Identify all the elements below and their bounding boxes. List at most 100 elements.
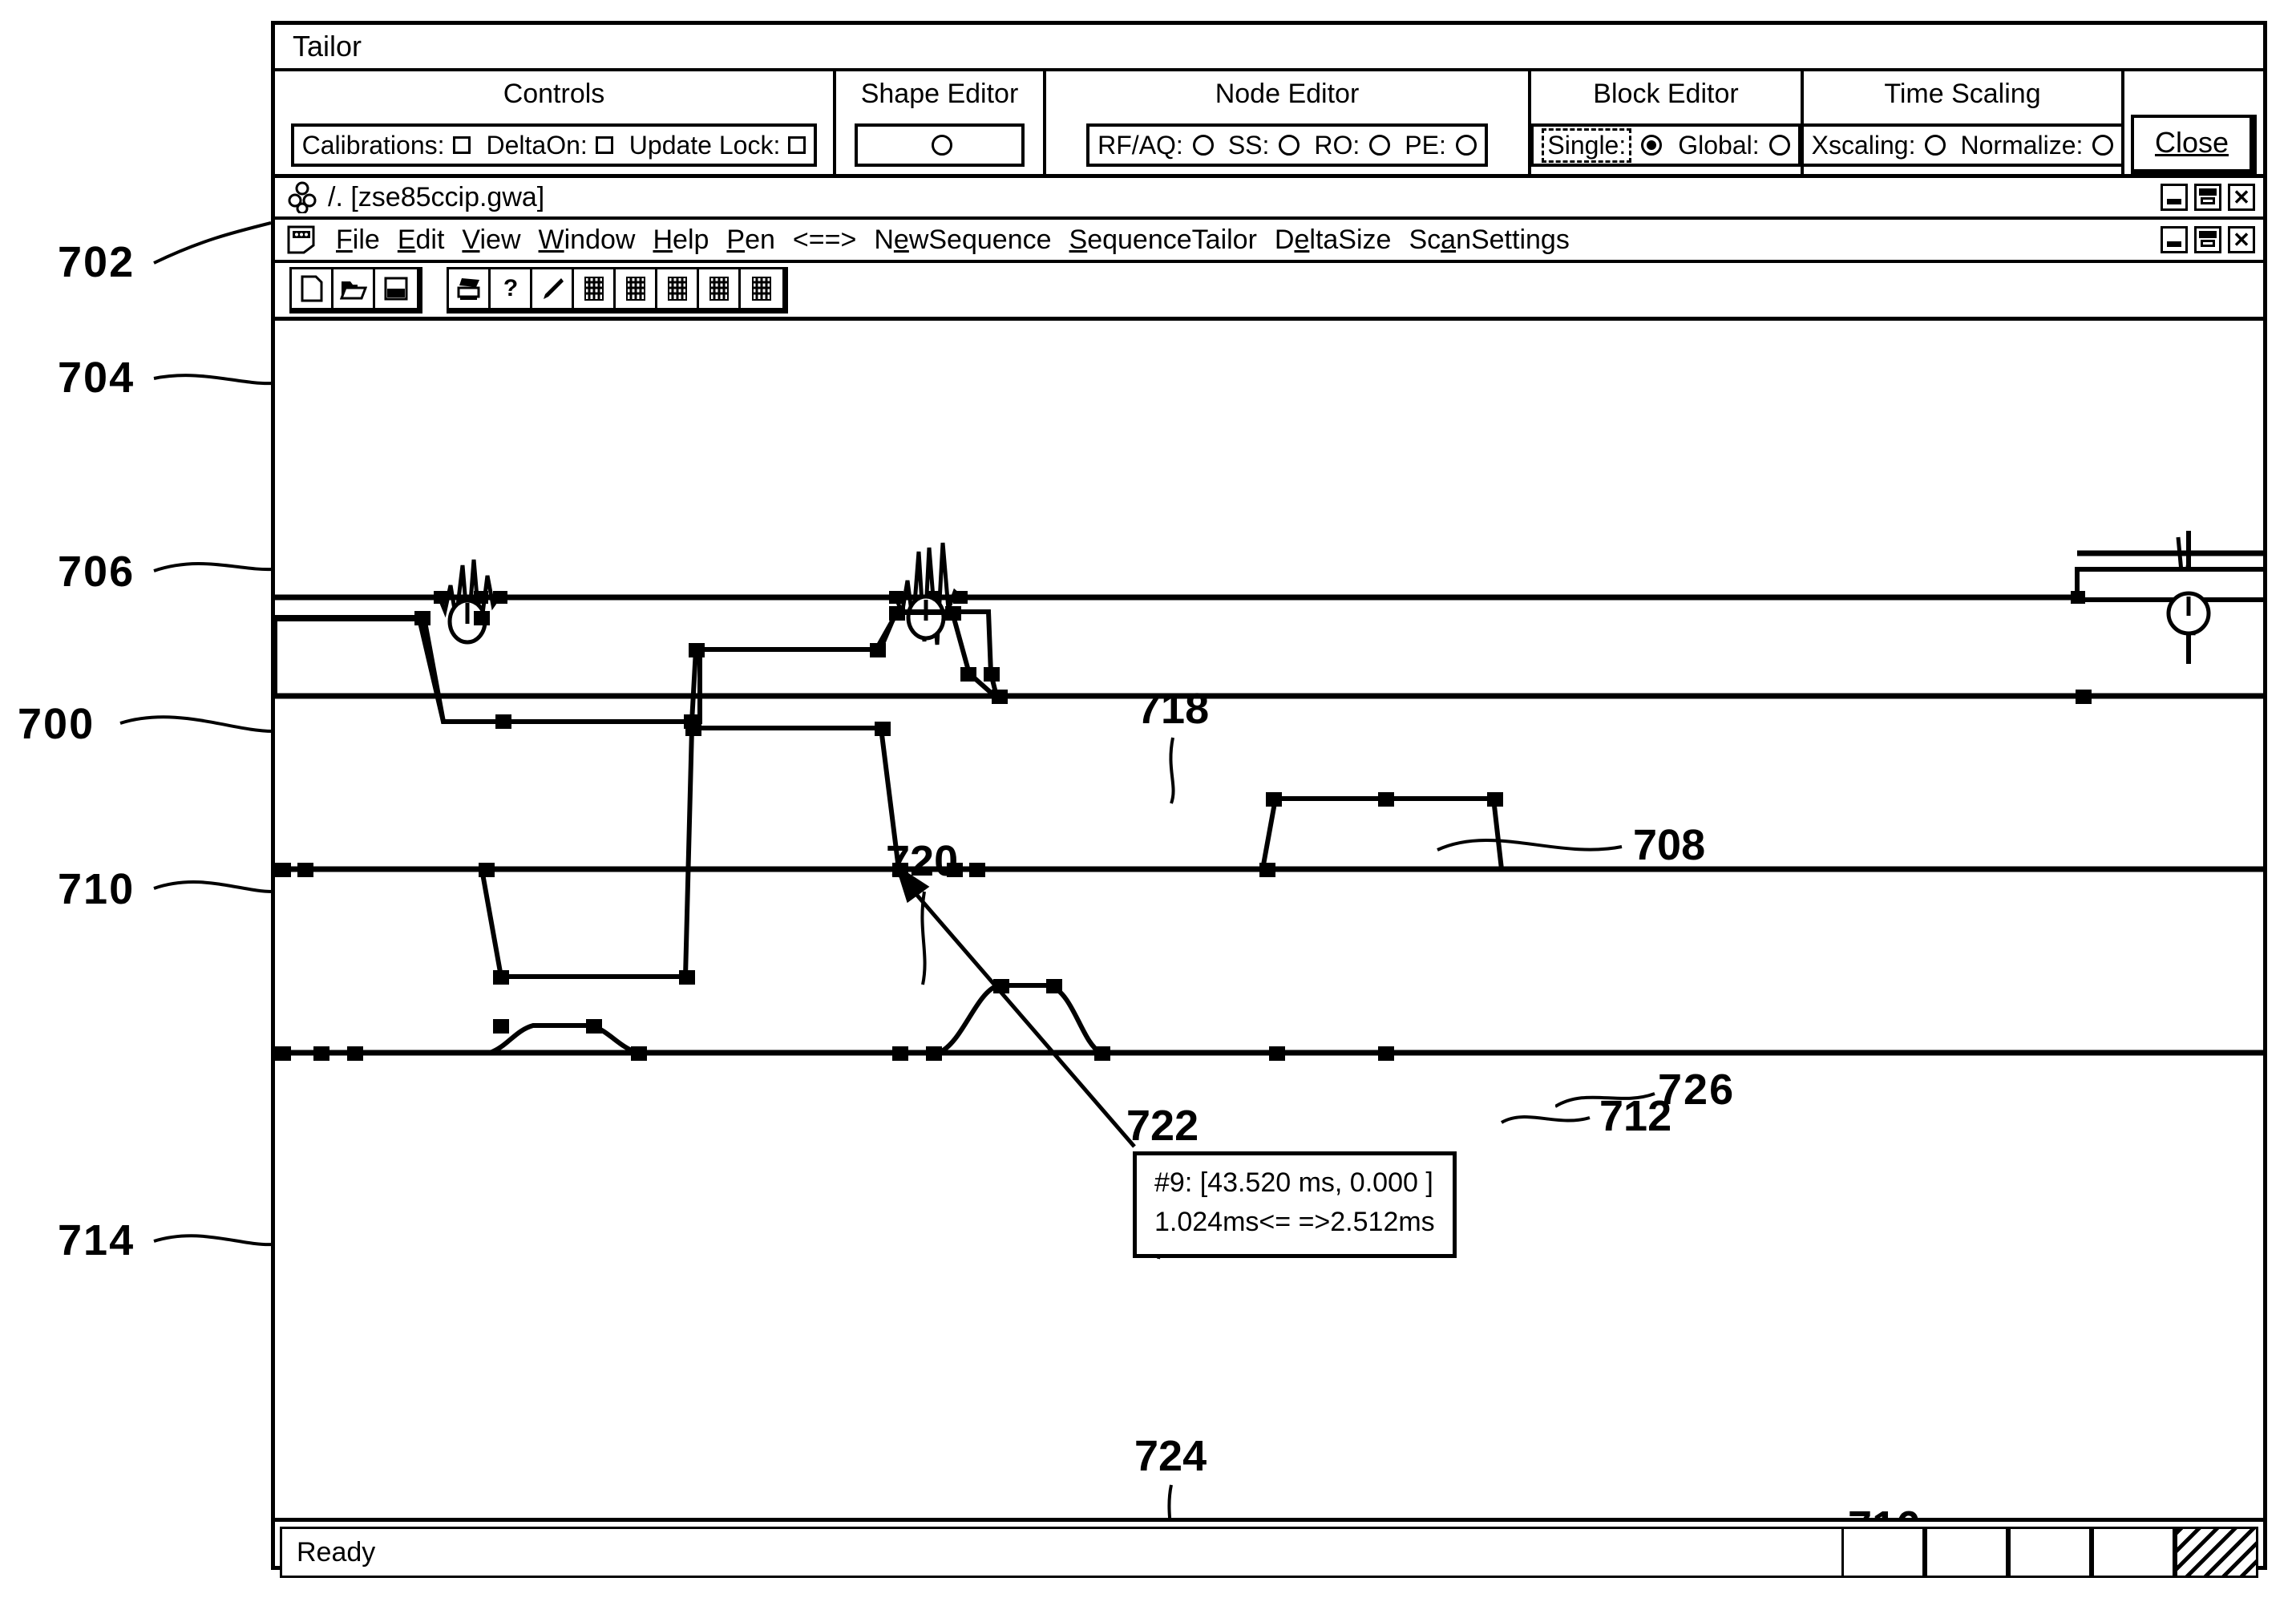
shape-editor-group [836, 116, 1046, 174]
document-title-bar: /. [zse85ccip.gwa] ✕ [275, 178, 2263, 220]
normalize-label: Normalize: [1960, 130, 2084, 160]
toolbar-file-group [289, 266, 422, 314]
menu-item-swap[interactable]: <==> [793, 225, 856, 256]
app-close-button[interactable]: ✕ [2228, 226, 2255, 253]
grid-icon-3[interactable] [657, 269, 699, 308]
open-folder-icon[interactable] [333, 269, 375, 308]
document-menu-icon[interactable] [286, 225, 318, 255]
menu-item-file[interactable]: File [336, 225, 380, 256]
reference-leader-lines [119, 221, 273, 1247]
app-minimize-button[interactable] [2161, 226, 2188, 253]
node-editor-ro-label: RO: [1314, 130, 1360, 160]
xscaling-radio[interactable] [1925, 135, 1946, 156]
updatelock-label: Update Lock: [629, 130, 781, 160]
menu-item-view[interactable]: View [462, 225, 520, 256]
document-title: /. [zse85ccip.gwa] [328, 181, 545, 212]
grid-icon-4[interactable] [699, 269, 741, 308]
document-close-button[interactable]: ✕ [2228, 184, 2255, 211]
ref-710: 710 [58, 865, 135, 913]
section-title-controls: Controls [275, 71, 836, 116]
block-editor-global-radio[interactable] [1768, 135, 1790, 156]
ref-716-text: 716 [1848, 1503, 1920, 1522]
plot-reference-numbers: 718 720 722 724 712 708 716 [886, 685, 1920, 1522]
pulse-sequence-plot-area[interactable]: 718 720 722 724 712 708 716 #9: [43.520 … [275, 321, 2263, 1522]
shape-editor-radio[interactable] [932, 135, 952, 156]
block-editor-single-label: Single: [1542, 127, 1632, 163]
menu-item-help[interactable]: Help [653, 225, 709, 256]
document-minimize-button[interactable] [2161, 184, 2188, 211]
window-title-bar: Tailor [275, 25, 2263, 71]
calibrations-label: Calibrations: [301, 130, 445, 160]
node-info-tooltip: #9: [43.520 ms, 0.000 ] 1.024ms<= =>2.51… [1133, 1151, 1457, 1258]
toolbar-tools-group: ? [447, 266, 788, 314]
deltaon-label: DeltaOn: [486, 130, 588, 160]
ref-704: 704 [58, 354, 135, 402]
read-out-node-handles [275, 722, 1503, 985]
node-editor-pe-label: PE: [1405, 130, 1446, 160]
menu-item-sequencetailor[interactable]: SequenceTailor [1069, 225, 1257, 256]
tooltip-leader [895, 864, 1136, 1148]
channel-phase-encode [275, 983, 2263, 1056]
resize-grip[interactable] [2175, 1527, 2258, 1578]
menu-item-scansettings[interactable]: ScanSettings [1409, 225, 1569, 256]
node-editor-group: RF/AQ: SS: RO: PE: [1046, 116, 1531, 174]
control-panel-controls-row: Calibrations: DeltaOn: Update Lock: RF/A… [275, 114, 2263, 176]
molecule-icon [288, 181, 317, 213]
shape-editor-fieldbox [855, 123, 1025, 167]
print-icon[interactable] [449, 269, 491, 308]
document-maximize-button[interactable] [2194, 184, 2221, 211]
channel-rf-aq [275, 531, 2263, 664]
status-message: Ready [280, 1527, 1841, 1578]
node-editor-pe-radio[interactable] [1455, 135, 1477, 156]
control-panel: Controls Shape Editor Node Editor Block … [275, 71, 2263, 178]
updatelock-checkbox[interactable] [788, 136, 806, 154]
menu-item-edit[interactable]: Edit [398, 225, 445, 256]
node-editor-ro-radio[interactable] [1369, 135, 1391, 156]
help-icon[interactable]: ? [491, 269, 532, 308]
block-editor-group: Single: Global: [1530, 116, 1804, 174]
pulse-sequence-waveforms[interactable]: 718 720 722 724 712 708 716 [275, 321, 2263, 1522]
ref-726: 726 [1658, 1066, 1736, 1114]
control-panel-section-titles: Controls Shape Editor Node Editor Block … [275, 71, 2263, 116]
block-editor-global-label: Global: [1678, 130, 1760, 160]
clock-handle-icons [447, 591, 2211, 645]
section-title-shape-editor: Shape Editor [836, 71, 1046, 116]
menu-window-buttons: ✕ [2161, 226, 2255, 253]
status-panel-1 [1841, 1527, 1925, 1578]
channel-slice-select [275, 609, 2263, 724]
status-panel-2 [1925, 1527, 2008, 1578]
slice-select-waveform-detail [275, 610, 998, 724]
ref-720-text: 720 [886, 837, 958, 885]
pen-icon[interactable] [532, 269, 574, 308]
status-bar: Ready [275, 1522, 2263, 1583]
ref-718-text: 718 [1137, 685, 1209, 733]
grid-icon-5[interactable] [741, 269, 782, 308]
close-button-label: Close [2154, 125, 2229, 159]
grid-icon-1[interactable] [574, 269, 616, 308]
deltaon-checkbox[interactable] [595, 136, 613, 154]
channel-read-out [275, 726, 2263, 979]
menu-item-pen[interactable]: Pen [726, 225, 775, 256]
grid-icon-2[interactable] [616, 269, 657, 308]
menu-item-newsequence[interactable]: NewSequence [874, 225, 1051, 256]
app-maximize-button[interactable] [2194, 226, 2221, 253]
menu-item-window[interactable]: Window [539, 225, 636, 256]
node-editor-ss-radio[interactable] [1279, 135, 1300, 156]
block-editor-single-radio[interactable] [1641, 135, 1663, 156]
normalize-radio[interactable] [2092, 135, 2114, 156]
tailor-application-window: Tailor Controls Shape Editor Node Editor… [271, 21, 2267, 1578]
node-editor-ss-label: SS: [1227, 130, 1270, 160]
calibrations-checkbox[interactable] [452, 136, 471, 154]
section-title-spacer [2124, 71, 2263, 116]
close-button[interactable]: Close [2130, 114, 2258, 176]
window-title: Tailor [293, 30, 362, 63]
node-editor-rfaq-radio[interactable] [1192, 135, 1214, 156]
time-scaling-fieldbox: Xscaling: Normalize: [1800, 123, 2125, 167]
save-icon[interactable] [375, 269, 417, 308]
menu-item-deltasize[interactable]: DeltaSize [1275, 225, 1392, 256]
new-document-icon[interactable] [292, 269, 333, 308]
acquisition-window [2075, 550, 2263, 602]
ref-702: 702 [58, 238, 135, 286]
tooltip-line-1: #9: [43.520 ms, 0.000 ] [1154, 1167, 1433, 1198]
section-title-time-scaling: Time Scaling [1804, 71, 2124, 116]
